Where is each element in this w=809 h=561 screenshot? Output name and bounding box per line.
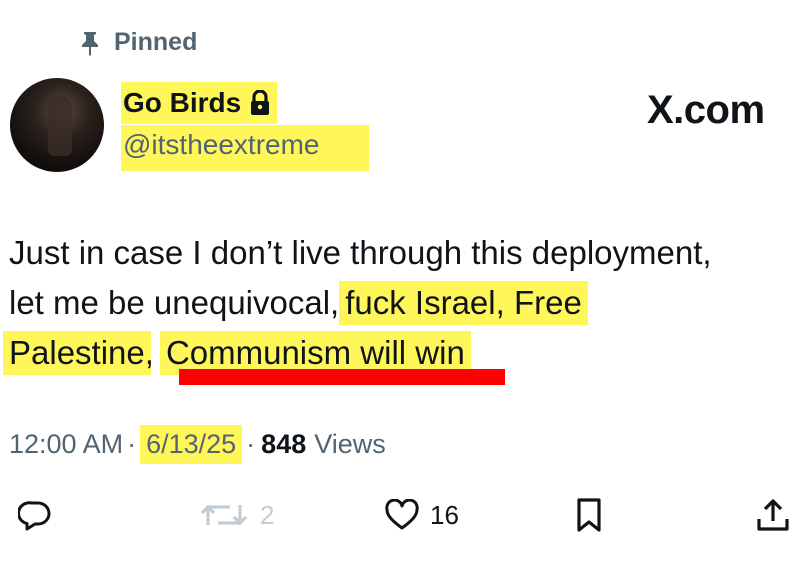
tweet-line-1: Just in case I don’t live through this d…: [9, 228, 799, 278]
share-button[interactable]: [756, 490, 790, 540]
like-count: 16: [430, 499, 459, 530]
pinned-label: Pinned: [114, 28, 198, 56]
author-name[interactable]: Go Birds: [121, 82, 278, 124]
author-handle[interactable]: @itstheextreme: [121, 125, 369, 171]
tweet-time[interactable]: 12:00 AM: [9, 429, 123, 460]
share-icon: [756, 497, 790, 533]
tweet-line-3-highlight-1: Palestine: [3, 331, 151, 375]
tweet-line-3-sep: ,: [144, 334, 154, 371]
tweet-line-2-highlight: fuck Israel, Free: [339, 281, 588, 325]
like-icon: [384, 499, 420, 531]
bookmark-button[interactable]: [575, 490, 603, 540]
meta-separator: ·: [127, 428, 137, 459]
lock-icon: [243, 90, 271, 116]
xcom-watermark: X.com: [647, 88, 765, 132]
tweet-line-2: let me be unequivocal, fuck Israel, Free: [9, 278, 799, 328]
pin-icon: [80, 30, 100, 56]
tweet-actions: 2 16: [0, 490, 809, 540]
reply-button[interactable]: [18, 490, 62, 540]
red-underline: [179, 369, 505, 385]
retweet-count: 2: [260, 499, 275, 530]
tweet-line-1-text: Just in case I don’t live through this d…: [9, 234, 712, 271]
display-name: Go Birds: [123, 87, 242, 118]
like-button[interactable]: 16: [384, 490, 459, 540]
tweet-date[interactable]: 6/13/25: [140, 424, 243, 464]
tweet-line-2-plain: let me be unequivocal,: [9, 284, 340, 321]
tweet-text: Just in case I don’t live through this d…: [3, 228, 799, 378]
meta-separator: ·: [246, 428, 256, 459]
bookmark-icon: [575, 497, 603, 533]
retweet-button[interactable]: 2: [198, 490, 274, 540]
tweet-meta: 12:00 AM · 6/13/25 · 848 Views: [9, 418, 386, 470]
avatar[interactable]: [10, 78, 104, 172]
retweet-icon: [198, 499, 250, 531]
reply-icon: [18, 499, 52, 531]
views-label: Views: [314, 428, 386, 459]
views-count: 848: [261, 428, 307, 459]
pinned-indicator: Pinned: [80, 28, 197, 57]
